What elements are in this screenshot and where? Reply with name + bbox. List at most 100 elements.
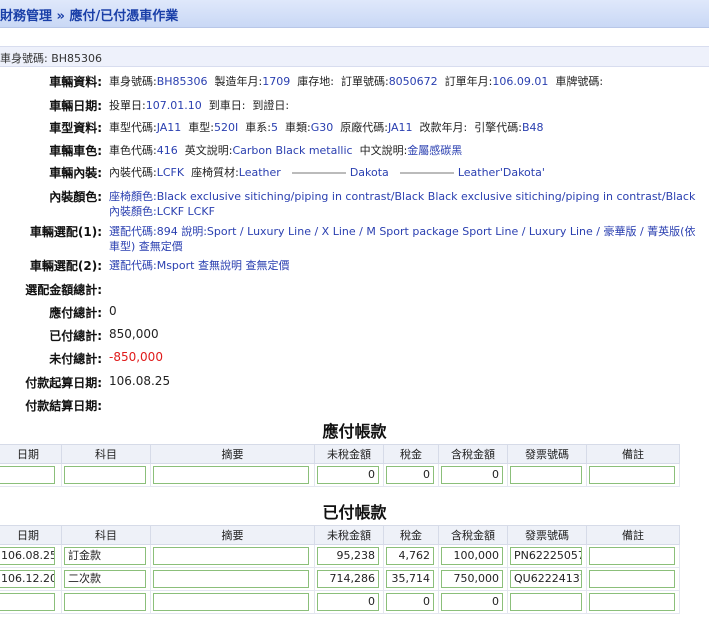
table-header-row: 日期 科目 摘要 未稅金額 稅金 含稅金額 發票號碼 備註 [0, 444, 680, 464]
total-amount-field[interactable]: 100,000 [441, 547, 503, 565]
invoice-no-field[interactable]: PN62225057 [510, 547, 582, 565]
info-row-label: 車輛車色: [49, 144, 102, 158]
account-field[interactable]: 訂金款 [64, 547, 146, 565]
table-cell: 100,000 [438, 544, 508, 568]
table-cell [507, 590, 587, 614]
tax-field[interactable]: 0 [386, 466, 434, 484]
summary-label: 選配金額總計: [25, 283, 102, 297]
tax-field[interactable]: 0 [386, 593, 434, 611]
table-row: 000 [0, 590, 680, 614]
info-row-label: 車型資料: [49, 121, 102, 135]
pretax-amount-field[interactable]: 95,238 [317, 547, 379, 565]
info-field-value: Leather'Dakota' [457, 166, 545, 179]
info-field-value: Leather [238, 166, 281, 179]
total-amount-field[interactable]: 750,000 [441, 570, 503, 588]
account-field[interactable] [64, 593, 146, 611]
invoice-no-field[interactable]: QU62224137 [510, 570, 582, 588]
date-field[interactable]: 106.08.25 [0, 547, 55, 565]
pretax-amount-field[interactable]: 0 [317, 466, 379, 484]
summary-label: 付款起算日期: [25, 376, 102, 390]
info-row-value: 選配代碼:Msport 查無說明 查無定價 [109, 258, 699, 273]
invoice-no-field[interactable] [510, 593, 582, 611]
column-header-date: 日期 [0, 444, 62, 464]
table-cell: 0 [438, 463, 508, 487]
info-field-key: 引擎代碼: [474, 121, 522, 134]
info-row-label: 車輛日期: [49, 99, 102, 113]
table-cell: 訂金款 [61, 544, 151, 568]
payable-table: 日期 科目 摘要 未稅金額 稅金 含稅金額 發票號碼 備註 0 0 0 [0, 444, 680, 487]
breadcrumb-bar: 財務管理 » 應付/已付憑車作業 [0, 0, 709, 28]
table-cell [586, 590, 680, 614]
info-field-value: 107.01.10 [145, 99, 202, 112]
info-row-value: 車色代碼:416 英文說明:Carbon Black metallic 中文說明… [109, 143, 699, 158]
table-cell: 750,000 [438, 567, 508, 591]
summary-field[interactable] [153, 547, 309, 565]
remark-field[interactable] [589, 466, 675, 484]
table-cell [150, 544, 315, 568]
info-row-label: 車輛資料: [49, 75, 102, 89]
date-field[interactable]: 106.12.20 [0, 570, 55, 588]
info-field-value: 1709 [262, 75, 291, 88]
column-header-total-amount: 含稅金額 [438, 525, 508, 545]
invoice-no-field[interactable] [510, 466, 582, 484]
breadcrumb: 財務管理 » 應付/已付憑車作業 [0, 5, 178, 24]
table-cell: 0 [383, 463, 439, 487]
tax-field[interactable]: 4,762 [386, 547, 434, 565]
date-field[interactable] [0, 466, 55, 484]
table-cell: 4,762 [383, 544, 439, 568]
table-cell [507, 463, 587, 487]
total-amount-field[interactable]: 0 [441, 466, 503, 484]
summary-field[interactable] [153, 593, 309, 611]
breadcrumb-separator: » [56, 9, 65, 24]
table-row: 106.08.25 訂金款 95,238 4,762 100,000 PN62225057 [0, 544, 680, 568]
table-row: 000 [0, 463, 680, 487]
table-cell [150, 590, 315, 614]
remark-field[interactable] [589, 570, 675, 588]
table-cell: 0 [438, 590, 508, 614]
remark-field[interactable] [589, 593, 675, 611]
column-header-account: 科目 [61, 525, 151, 545]
column-header-invoice-no: 發票號碼 [507, 525, 587, 545]
pretax-amount-field[interactable]: 714,286 [317, 570, 379, 588]
column-header-total-amount: 含稅金額 [438, 444, 508, 464]
remark-field[interactable] [589, 547, 675, 565]
table-cell: 106.12.20 [0, 567, 62, 591]
pretax-amount-field[interactable]: 0 [317, 593, 379, 611]
total-amount-field[interactable]: 0 [441, 593, 503, 611]
account-field[interactable]: 二次款 [64, 570, 146, 588]
table-cell [586, 567, 680, 591]
column-header-summary: 摘要 [150, 525, 315, 545]
column-header-invoice-no: 發票號碼 [507, 444, 587, 464]
summary-field[interactable] [153, 570, 309, 588]
summary-value: 850,000 [109, 327, 159, 341]
info-field-key: 車類: [284, 121, 311, 134]
breadcrumb-module[interactable]: 財務管理 [0, 9, 52, 24]
tax-field[interactable]: 35,714 [386, 570, 434, 588]
info-field-key: 座椅質材: [191, 166, 239, 179]
page-title: 應付/已付憑車作業 [69, 9, 179, 24]
info-field-text: 座椅顏色:Black exclusive sitiching/piping in… [109, 190, 696, 218]
table-cell: 714,286 [314, 567, 384, 591]
table-cell: 0 [314, 463, 384, 487]
car-header-bar: 車身號碼: BH85306 [0, 46, 709, 67]
info-field-value: 416 [156, 144, 178, 157]
account-field[interactable] [64, 466, 146, 484]
summary-value: 106.08.25 [109, 374, 171, 388]
info-field-value: 106.09.01 [492, 75, 549, 88]
table-cell: 0 [314, 590, 384, 614]
info-field-value: 金屬感碳黑 [407, 144, 463, 157]
info-field-key: 車型: [188, 121, 215, 134]
column-header-pretax-amount: 未稅金額 [314, 444, 384, 464]
info-field-text: 選配代碼:894 說明:Sport / Luxury Line / X Line… [109, 225, 696, 253]
table-cell: 0 [383, 590, 439, 614]
info-field-key: 原廠代碼: [340, 121, 388, 134]
table-cell [61, 590, 151, 614]
date-field[interactable] [0, 593, 55, 611]
info-field-key: 庫存地: [297, 75, 334, 88]
info-field-value: 5 [270, 121, 278, 134]
summary-field[interactable] [153, 466, 309, 484]
info-field-text: 選配代碼:Msport 查無說明 查無定價 [109, 259, 290, 272]
info-row-label: 內裝顏色: [49, 190, 102, 204]
table-cell [586, 463, 680, 487]
info-row-value: 選配代碼:894 說明:Sport / Luxury Line / X Line… [109, 224, 699, 254]
